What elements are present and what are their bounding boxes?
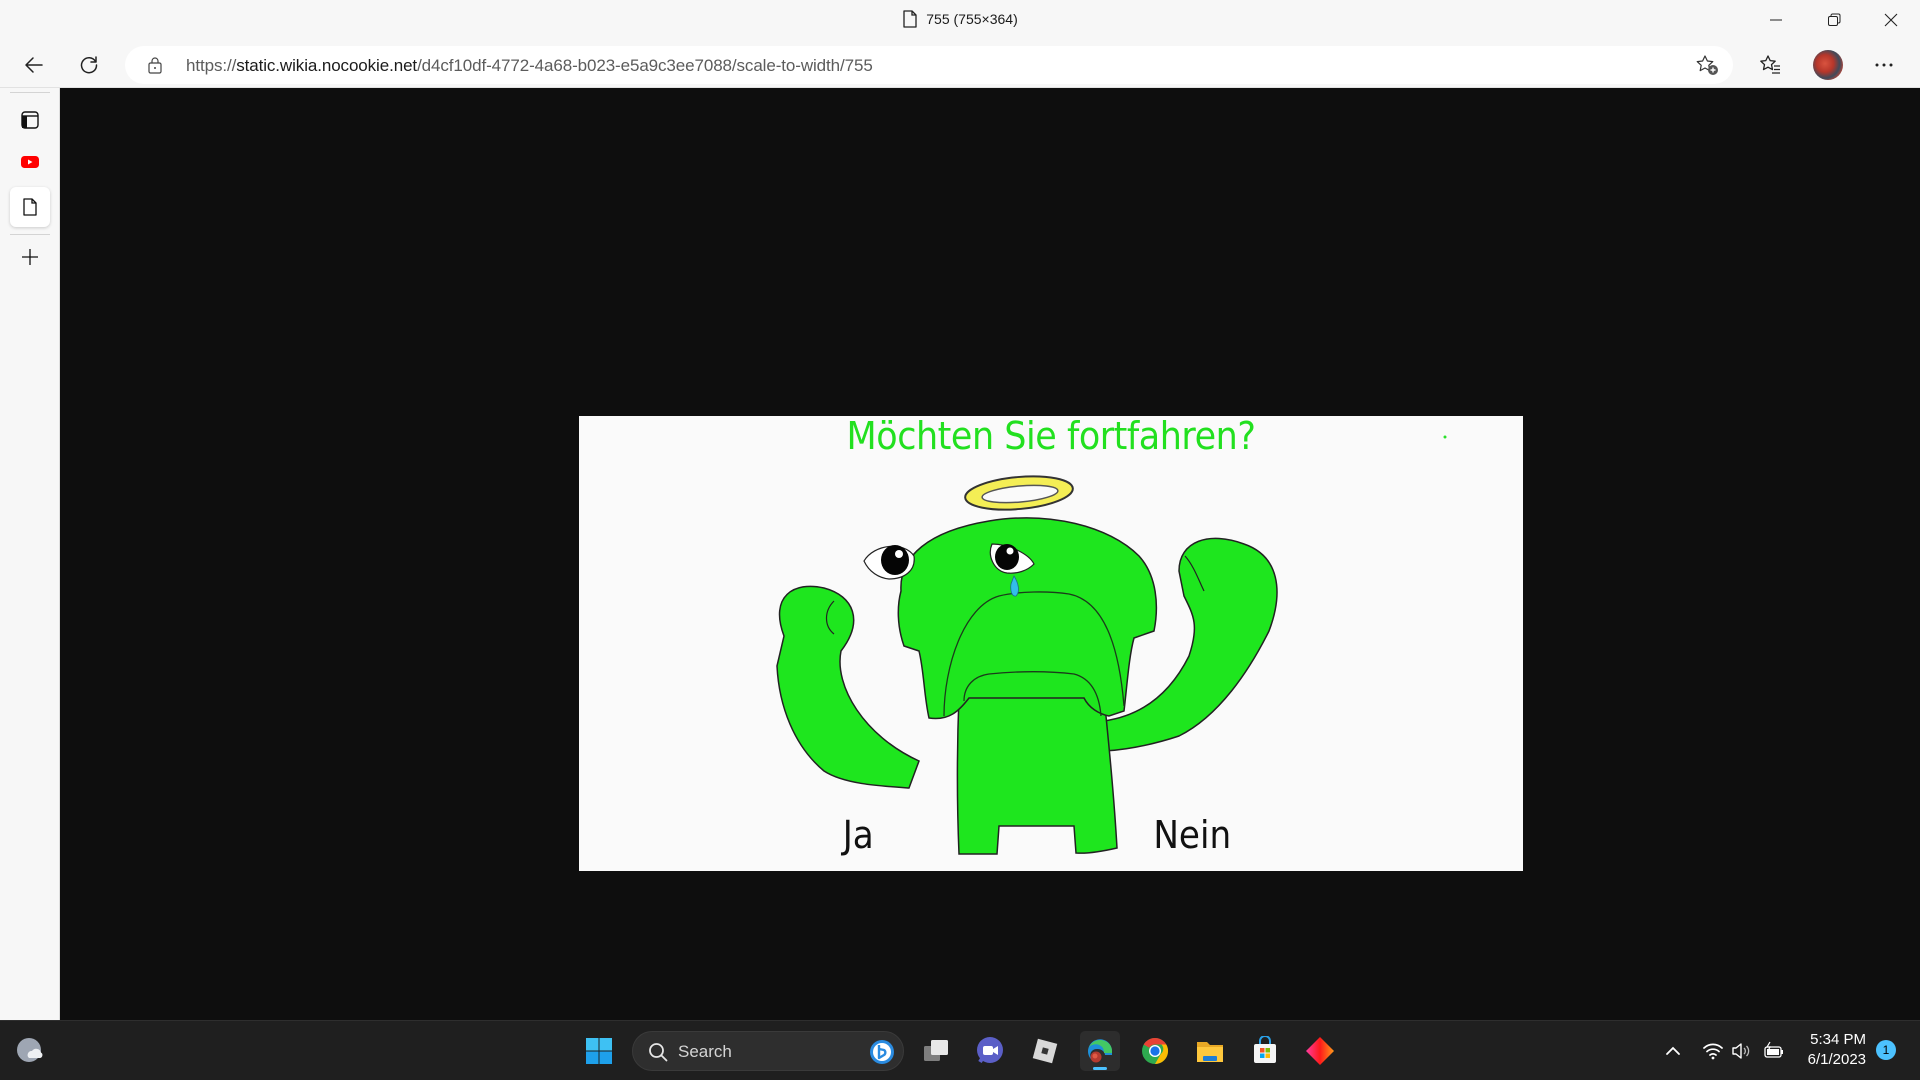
left-pupil [881,545,909,575]
clock-time: 5:34 PM [1810,1031,1866,1048]
title-bar: 755 (755×364) [0,0,1920,42]
lock-icon[interactable] [147,56,163,74]
url-path: /d4cf10df-4772-4a68-b023-e5a9c3ee7088/sc… [417,56,873,75]
task-view-icon [924,1040,948,1061]
volume-button[interactable] [1728,1037,1754,1065]
roblox-icon [1032,1038,1058,1064]
window-title: 755 (755×364) [0,10,1920,28]
taskbar: Search 5:34 PM 6/1/2023 1 [0,1020,1920,1080]
battery-charging-icon [1764,1041,1783,1058]
document-icon [903,10,917,28]
plus-icon [22,249,38,265]
start-button[interactable] [579,1031,619,1071]
image-option-yes: Ja [842,813,874,857]
chrome-icon [1142,1037,1169,1065]
favorites-button[interactable] [1752,48,1788,82]
body [956,695,1118,855]
chevron-up-icon [1666,1046,1680,1055]
url-scheme: https:// [186,56,237,75]
tab-youtube[interactable] [10,142,50,182]
tab-current-image[interactable] [10,187,50,227]
taskbar-app-teams-meet[interactable] [970,1031,1010,1071]
star-plus-icon[interactable] [1695,54,1719,76]
more-options-button[interactable] [1866,48,1902,82]
right-pupil [995,544,1019,570]
taskbar-app-microsoft-store[interactable] [1245,1031,1285,1071]
bing-icon[interactable] [869,1039,895,1065]
image-viewer: Möchten Sie fortfahren? Ja Nein [61,88,1920,1020]
browser-toolbar: https://static.wikia.nocookie.net/d4cf10… [0,42,1920,88]
image-option-no: Nein [1153,813,1232,857]
edge-icon [1088,1039,1112,1063]
store-icon [1254,1036,1276,1063]
close-icon [1884,13,1898,27]
tab-panel-icon [21,111,39,129]
active-app-indicator [1093,1067,1107,1070]
windows-start-icon [586,1038,612,1064]
close-button[interactable] [1862,0,1920,40]
taskbar-app-chrome[interactable] [1135,1031,1175,1071]
search-icon [649,1043,668,1062]
network-button[interactable] [1700,1037,1726,1065]
restore-icon [1828,13,1841,26]
volume-icon [1732,1043,1750,1059]
refresh-button[interactable] [71,48,107,82]
video-chat-icon [977,1037,1003,1064]
minimize-button[interactable] [1747,0,1805,40]
vertical-tabs-sidebar [0,88,60,1020]
new-tab-button[interactable] [10,237,50,277]
viewed-image[interactable]: Möchten Sie fortfahren? Ja Nein [579,416,1523,871]
refresh-icon [80,56,98,74]
youtube-icon [21,156,39,168]
head [897,517,1158,720]
back-button[interactable] [16,48,52,82]
search-placeholder: Search [678,1042,732,1061]
restore-button[interactable] [1805,0,1863,40]
weather-widget[interactable] [10,1031,50,1071]
profile-avatar[interactable] [1813,50,1843,80]
notification-badge[interactable]: 1 [1876,1040,1896,1060]
favorites-icon [1760,55,1780,74]
url-host: static.wikia.nocookie.net [236,56,418,75]
tab-actions-button[interactable] [10,100,50,140]
folder-icon [1197,1042,1223,1062]
document-icon [23,198,37,216]
clock[interactable]: 5:34 PM 6/1/2023 [1800,1030,1866,1070]
sidebar-divider [10,92,50,93]
show-hidden-icons-button[interactable] [1660,1037,1686,1065]
meme-drawing [776,435,1447,855]
diamond-icon [1306,1037,1334,1065]
taskbar-search[interactable]: Search [632,1031,904,1071]
battery-button[interactable] [1760,1037,1788,1065]
taskbar-app-diamond[interactable] [1300,1031,1340,1071]
address-bar[interactable]: https://static.wikia.nocookie.net/d4cf10… [125,46,1733,84]
taskbar-app-edge[interactable] [1080,1031,1120,1071]
sidebar-divider [10,234,50,235]
image-title-text: Möchten Sie fortfahren? [846,416,1256,458]
minimize-icon [1770,19,1782,21]
taskbar-app-task-view[interactable] [916,1031,956,1071]
more-dots-icon [1875,63,1893,67]
window-title-text: 755 (755×364) [926,11,1018,27]
taskbar-app-file-explorer[interactable] [1190,1031,1230,1071]
taskbar-app-roblox[interactable] [1025,1031,1065,1071]
weather-moon-cloud-icon [17,1038,43,1062]
url-text[interactable]: https://static.wikia.nocookie.net/d4cf10… [186,56,873,76]
wifi-icon [1703,1043,1723,1060]
clock-date: 6/1/2023 [1807,1051,1866,1068]
back-arrow-icon [25,57,43,73]
